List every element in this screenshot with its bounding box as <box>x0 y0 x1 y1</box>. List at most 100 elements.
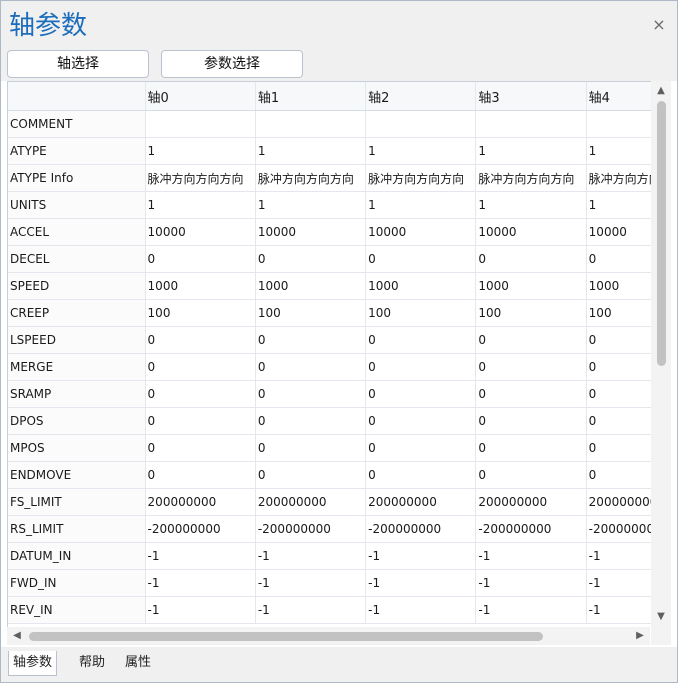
axis-select-button[interactable]: 轴选择 <box>7 50 149 78</box>
table-row[interactable]: FS_LIMIT 200000000 200000000 200000000 20000… <box>8 488 651 516</box>
param-value-cell[interactable]: 0 <box>255 245 367 273</box>
param-value-cell[interactable]: 脉冲方向方向方向 <box>475 164 587 192</box>
param-value-cell[interactable]: 0 <box>365 353 477 381</box>
param-value-cell[interactable]: 200000000 <box>586 488 651 516</box>
table-row[interactable]: COMMENT <box>8 110 651 138</box>
param-value-cell[interactable]: 0 <box>255 434 367 462</box>
param-value-cell[interactable]: 0 <box>145 407 256 435</box>
param-value-cell[interactable]: 0 <box>145 461 256 489</box>
column-header-axis-3[interactable]: 轴3 <box>475 82 587 111</box>
param-value-cell[interactable]: 0 <box>586 245 651 273</box>
param-value-cell[interactable]: 0 <box>365 407 477 435</box>
param-value-cell[interactable]: -1 <box>145 569 256 597</box>
param-name-cell[interactable]: MPOS <box>8 434 146 462</box>
param-value-cell[interactable]: 0 <box>475 461 587 489</box>
param-name-cell[interactable]: SRAMP <box>8 380 146 408</box>
param-value-cell[interactable]: 10000 <box>255 218 367 246</box>
scroll-left-icon[interactable]: ◀ <box>11 630 23 642</box>
param-value-cell[interactable] <box>365 110 477 138</box>
table-row[interactable]: DPOS 0 0 0 0 0 <box>8 407 651 435</box>
param-value-cell[interactable]: 1000 <box>365 272 477 300</box>
param-value-cell[interactable]: -1 <box>145 542 256 570</box>
table-row[interactable]: ATYPE Info 脉冲方向方向方向 脉冲方向方向方向 脉冲方向方向方向 脉冲方向方向… <box>8 164 651 192</box>
param-value-cell[interactable]: 脉冲方向方向方向 <box>145 164 256 192</box>
param-value-cell[interactable]: 0 <box>255 461 367 489</box>
param-value-cell[interactable]: 100 <box>145 299 256 327</box>
table-row[interactable]: LSPEED 0 0 0 0 0 <box>8 326 651 354</box>
param-name-cell[interactable]: RS_LIMIT <box>8 515 146 543</box>
param-value-cell[interactable]: -200000000 <box>475 515 587 543</box>
scroll-up-icon[interactable]: ▲ <box>655 85 667 97</box>
table-row[interactable]: MPOS 0 0 0 0 0 <box>8 434 651 462</box>
param-name-cell[interactable]: CREEP <box>8 299 146 327</box>
param-value-cell[interactable]: 0 <box>475 245 587 273</box>
param-value-cell[interactable]: -1 <box>365 569 477 597</box>
param-value-cell[interactable]: -200000000 <box>365 515 477 543</box>
param-value-cell[interactable]: 0 <box>475 353 587 381</box>
table-row[interactable]: ATYPE 1 1 1 1 1 <box>8 137 651 165</box>
param-value-cell[interactable]: 200000000 <box>475 488 587 516</box>
table-row[interactable]: FWD_IN -1 -1 -1 -1 -1 <box>8 569 651 597</box>
param-value-cell[interactable]: -1 <box>365 596 477 624</box>
param-value-cell[interactable]: 0 <box>365 245 477 273</box>
param-name-cell[interactable]: DPOS <box>8 407 146 435</box>
column-header-axis-4[interactable]: 轴4 <box>586 82 651 111</box>
param-value-cell[interactable]: 0 <box>586 434 651 462</box>
param-value-cell[interactable]: 0 <box>255 380 367 408</box>
param-name-cell[interactable]: ACCEL <box>8 218 146 246</box>
param-value-cell[interactable]: 0 <box>365 380 477 408</box>
column-header-axis-2[interactable]: 轴2 <box>365 82 477 111</box>
table-row[interactable]: RS_LIMIT -200000000 -200000000 -200000000 -2… <box>8 515 651 543</box>
param-value-cell[interactable]: 1 <box>255 137 367 165</box>
param-value-cell[interactable]: 1000 <box>586 272 651 300</box>
param-value-cell[interactable] <box>475 110 587 138</box>
table-row[interactable]: SRAMP 0 0 0 0 0 <box>8 380 651 408</box>
param-value-cell[interactable]: 1 <box>365 137 477 165</box>
tab-properties[interactable]: 属性 <box>121 651 155 675</box>
tab-help[interactable]: 帮助 <box>75 651 109 675</box>
param-value-cell[interactable]: 1 <box>365 191 477 219</box>
horizontal-scrollbar[interactable]: ◀ ▶ <box>7 627 650 645</box>
param-value-cell[interactable]: 0 <box>586 380 651 408</box>
param-value-cell[interactable]: 100 <box>365 299 477 327</box>
param-value-cell[interactable]: -1 <box>255 596 367 624</box>
param-value-cell[interactable]: 0 <box>365 461 477 489</box>
param-value-cell[interactable]: 0 <box>255 407 367 435</box>
param-value-cell[interactable]: 100 <box>475 299 587 327</box>
column-header-axis-1[interactable]: 轴1 <box>255 82 367 111</box>
param-value-cell[interactable]: -1 <box>255 569 367 597</box>
param-value-cell[interactable]: 1 <box>586 191 651 219</box>
param-value-cell[interactable]: -200000000 <box>255 515 367 543</box>
param-value-cell[interactable]: 1 <box>255 191 367 219</box>
param-value-cell[interactable]: 0 <box>586 353 651 381</box>
param-value-cell[interactable] <box>145 110 256 138</box>
param-value-cell[interactable]: 200000000 <box>365 488 477 516</box>
param-value-cell[interactable]: 0 <box>475 434 587 462</box>
param-name-cell[interactable]: FS_LIMIT <box>8 488 146 516</box>
param-value-cell[interactable]: 1 <box>145 191 256 219</box>
param-value-cell[interactable]: -200000000 <box>145 515 256 543</box>
scroll-down-icon[interactable]: ▼ <box>655 611 667 623</box>
param-value-cell[interactable]: 脉冲方向方向方向 <box>586 164 651 192</box>
table-row[interactable]: SPEED 1000 1000 1000 1000 1000 <box>8 272 651 300</box>
param-value-cell[interactable] <box>586 110 651 138</box>
param-value-cell[interactable]: -1 <box>365 542 477 570</box>
param-value-cell[interactable]: 10000 <box>365 218 477 246</box>
param-grid[interactable]: 轴0 轴1 轴2 轴3 轴4 COMMENT ATYPE 1 1 1 1 1 ATYPE Info 脉冲… <box>7 81 651 628</box>
param-name-cell[interactable]: MERGE <box>8 353 146 381</box>
param-value-cell[interactable]: 0 <box>586 407 651 435</box>
param-value-cell[interactable]: -200000000 <box>586 515 651 543</box>
table-row[interactable]: DATUM_IN -1 -1 -1 -1 -1 <box>8 542 651 570</box>
param-name-cell[interactable]: ENDMOVE <box>8 461 146 489</box>
param-value-cell[interactable]: 0 <box>145 353 256 381</box>
param-value-cell[interactable]: 脉冲方向方向方向 <box>365 164 477 192</box>
param-value-cell[interactable]: -1 <box>586 596 651 624</box>
param-name-cell[interactable]: REV_IN <box>8 596 146 624</box>
table-row[interactable]: REV_IN -1 -1 -1 -1 -1 <box>8 596 651 624</box>
param-value-cell[interactable]: 100 <box>255 299 367 327</box>
vertical-scroll-thumb[interactable] <box>657 101 666 366</box>
param-value-cell[interactable]: 0 <box>255 326 367 354</box>
param-value-cell[interactable]: 10000 <box>586 218 651 246</box>
param-value-cell[interactable]: 0 <box>145 245 256 273</box>
param-value-cell[interactable]: 0 <box>586 326 651 354</box>
